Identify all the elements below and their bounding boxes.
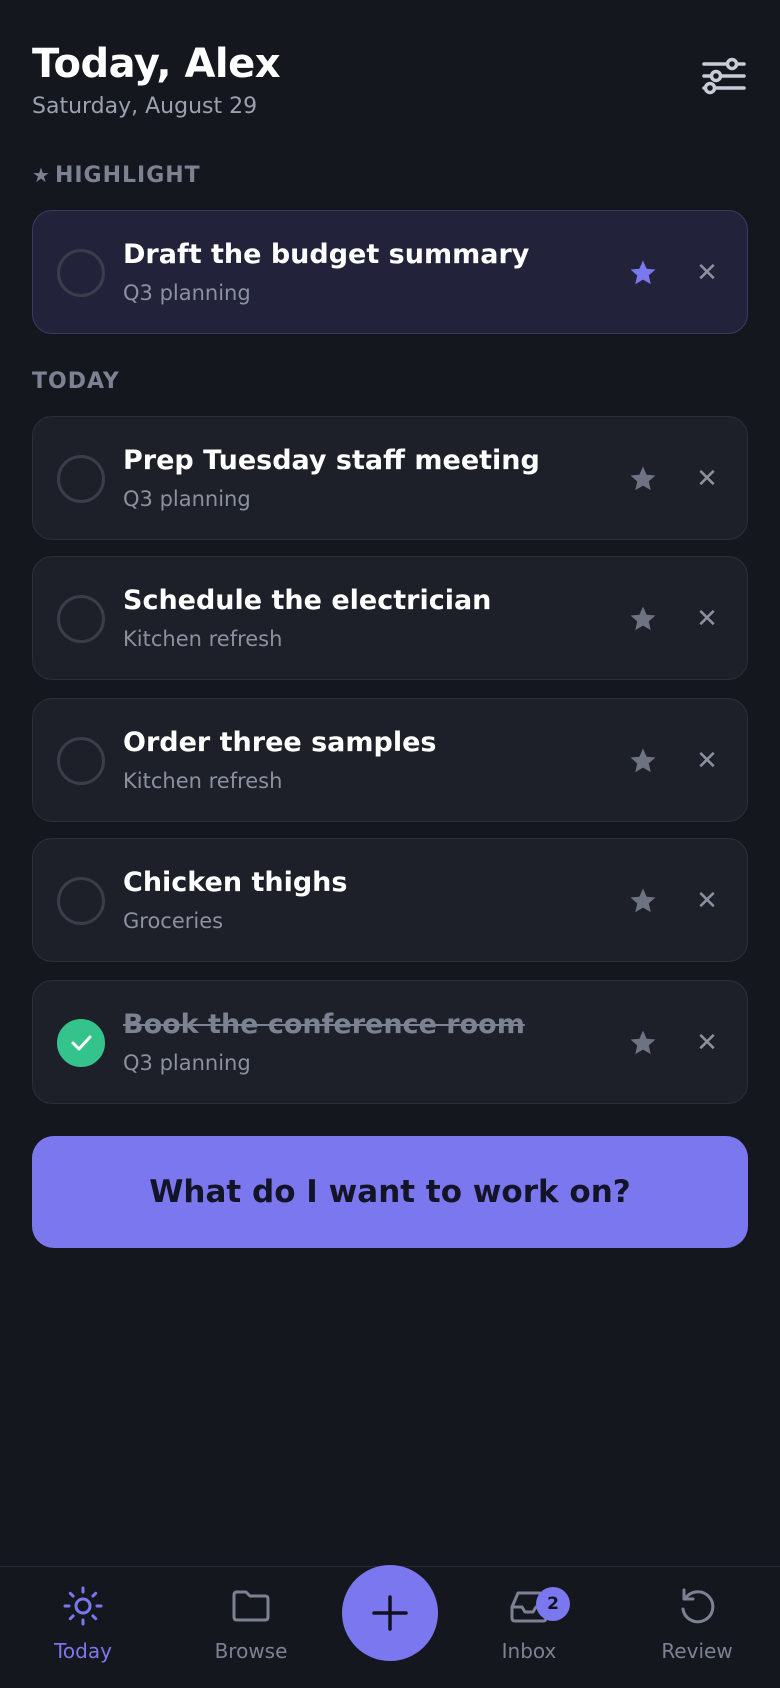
nav-label: Today <box>54 1639 112 1663</box>
task-title: Chicken thighs <box>123 867 348 898</box>
nav-item-review[interactable]: Review <box>627 1585 767 1675</box>
task-card[interactable]: Schedule the electrician Kitchen refresh ✕ <box>32 556 748 680</box>
close-icon: ✕ <box>696 886 718 916</box>
task-checkbox[interactable] <box>57 1019 105 1067</box>
page-title: Today, Alex <box>32 41 281 87</box>
task-title: Order three samples <box>123 727 437 758</box>
remove-button[interactable]: ✕ <box>689 461 725 497</box>
task-project: Kitchen refresh <box>123 627 283 651</box>
task-project: Groceries <box>123 909 224 933</box>
remove-button[interactable]: ✕ <box>689 255 725 291</box>
what-to-work-on-button[interactable]: What do I want to work on? <box>32 1136 748 1248</box>
checkmark-icon <box>71 1035 92 1051</box>
close-icon: ✕ <box>696 746 718 776</box>
task-project: Kitchen refresh <box>123 769 283 793</box>
nav-label: Browse <box>214 1639 288 1663</box>
task-checkbox[interactable] <box>57 877 105 925</box>
folder-icon <box>232 1590 270 1622</box>
remove-button[interactable]: ✕ <box>689 883 725 919</box>
close-icon: ✕ <box>696 1028 718 1058</box>
task-checkbox[interactable] <box>57 737 105 785</box>
star-button[interactable] <box>625 461 661 497</box>
sun-icon <box>63 1586 103 1626</box>
highlight-task-card[interactable]: Draft the budget summary Q3 planning ✕ <box>32 210 748 334</box>
section-label-highlight: ★ HIGHLIGHT <box>32 163 201 188</box>
star-button[interactable] <box>625 601 661 637</box>
star-button[interactable] <box>625 1025 661 1061</box>
star-icon <box>630 1030 656 1055</box>
settings-button[interactable] <box>700 52 748 100</box>
task-card[interactable]: Chicken thighs Groceries ✕ <box>32 838 748 962</box>
nav-item-inbox[interactable]: Inbox <box>459 1585 599 1675</box>
remove-button[interactable]: ✕ <box>689 743 725 779</box>
star-icon <box>630 260 656 285</box>
star-button[interactable] <box>625 883 661 919</box>
task-card[interactable]: Prep Tuesday staff meeting Q3 planning ✕ <box>32 416 748 540</box>
bottom-nav: Today Browse Inbox 2 Review <box>0 1565 780 1688</box>
close-icon: ✕ <box>696 604 718 634</box>
refresh-icon <box>681 1588 715 1624</box>
page-date: Saturday, August 29 <box>32 94 258 119</box>
star-icon <box>630 606 656 631</box>
task-project: Q3 planning <box>123 487 251 511</box>
remove-button[interactable]: ✕ <box>689 601 725 637</box>
task-checkbox[interactable] <box>57 455 105 503</box>
remove-button[interactable]: ✕ <box>689 1025 725 1061</box>
plus-icon <box>372 1595 408 1631</box>
nav-item-today[interactable]: Today <box>13 1585 153 1675</box>
close-icon: ✕ <box>696 464 718 494</box>
star-icon <box>630 748 656 773</box>
star-icon: ★ <box>32 163 51 187</box>
nav-label: Inbox <box>501 1639 557 1663</box>
nav-item-browse[interactable]: Browse <box>181 1585 321 1675</box>
star-icon <box>630 466 656 491</box>
section-label-today: TODAY <box>32 369 120 394</box>
inbox-count-badge: 2 <box>536 1587 570 1621</box>
task-checkbox[interactable] <box>57 595 105 643</box>
task-card[interactable]: Order three samples Kitchen refresh ✕ <box>32 698 748 822</box>
task-title: Book the conference room <box>123 1009 525 1040</box>
star-icon <box>630 888 656 913</box>
task-card[interactable]: Book the conference room Q3 planning ✕ <box>32 980 748 1104</box>
task-project: Q3 planning <box>123 281 251 305</box>
star-button[interactable] <box>625 743 661 779</box>
header: Today, Alex Saturday, August 29 <box>32 40 748 130</box>
task-title: Prep Tuesday staff meeting <box>123 445 540 476</box>
nav-label: Review <box>661 1639 733 1663</box>
task-checkbox[interactable] <box>57 249 105 297</box>
star-button[interactable] <box>625 255 661 291</box>
task-title: Schedule the electrician <box>123 585 492 616</box>
task-project: Q3 planning <box>123 1051 251 1075</box>
sliders-icon <box>702 57 746 95</box>
close-icon: ✕ <box>696 258 718 288</box>
add-task-button[interactable] <box>342 1565 438 1661</box>
task-title: Draft the budget summary <box>123 239 530 270</box>
